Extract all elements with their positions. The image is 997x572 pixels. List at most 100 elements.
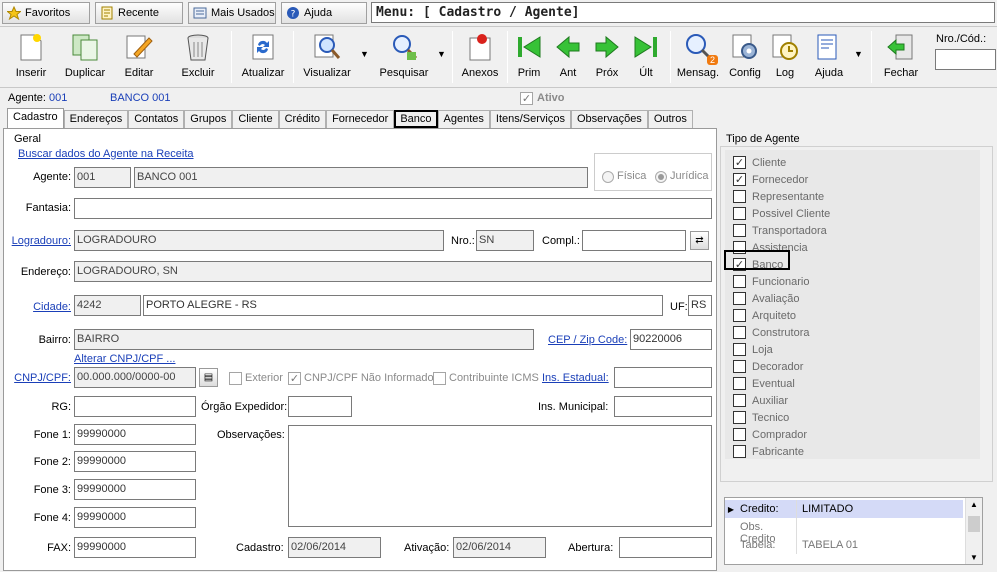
tipo-agente-checkbox[interactable] xyxy=(733,428,746,441)
scroll-thumb[interactable] xyxy=(968,516,980,532)
scroll-up-icon[interactable]: ▲ xyxy=(970,500,978,509)
tipo-agente-checkbox[interactable] xyxy=(733,190,746,203)
tipo-agente-checkbox[interactable]: ✓ xyxy=(733,156,746,169)
fone3-input[interactable]: 99990000 xyxy=(74,479,196,500)
tab-fornecedor[interactable]: Fornecedor xyxy=(326,110,395,128)
logradouro-link[interactable]: Logradouro: xyxy=(10,235,71,247)
grid-scrollbar[interactable]: ▲ ▼ xyxy=(965,498,982,564)
tipo-agente-checkbox[interactable] xyxy=(733,224,746,237)
mais-usados-button[interactable]: Mais Usados xyxy=(188,2,276,24)
visualizar-dropdown-icon[interactable]: ▼ xyxy=(360,49,369,59)
bairro-field[interactable]: BAIRRO xyxy=(74,329,534,350)
ajuda-toolbar-button[interactable]: Ajuda xyxy=(810,29,848,85)
tipo-agente-item[interactable]: Decorador xyxy=(733,358,803,375)
fone4-input[interactable]: 99990000 xyxy=(74,507,196,528)
tab-outros[interactable]: Outros xyxy=(647,110,693,128)
excluir-button[interactable]: Excluir xyxy=(177,29,219,85)
favoritos-button[interactable]: Favoritos xyxy=(2,2,90,24)
tipo-agente-checkbox[interactable] xyxy=(733,411,746,424)
endereco-field[interactable]: LOGRADOURO, SN xyxy=(74,261,712,282)
tab-cliente[interactable]: Cliente xyxy=(232,110,279,128)
tipo-agente-item[interactable]: Avaliação xyxy=(733,290,800,307)
tipo-agente-item[interactable]: Comprador xyxy=(733,426,807,443)
fax-input[interactable]: 99990000 xyxy=(74,537,196,558)
alterar-cnpj-link[interactable]: Alterar CNPJ/CPF ... xyxy=(74,353,175,365)
juridica-radio[interactable] xyxy=(655,171,667,183)
log-button[interactable]: Log xyxy=(770,29,800,85)
visualizar-button[interactable]: Visualizar xyxy=(300,29,354,85)
tipo-agente-item[interactable]: Loja xyxy=(733,341,773,358)
tipo-agente-item[interactable]: Possivel Cliente xyxy=(733,205,830,222)
tab-observacoes[interactable]: Observações xyxy=(571,110,648,128)
ult-button[interactable]: Últ xyxy=(630,29,662,85)
tipo-agente-item[interactable]: Funcionario xyxy=(733,273,809,290)
contribuinte-icms-checkbox[interactable] xyxy=(433,372,446,385)
cidade-code-field[interactable]: 4242 xyxy=(74,295,141,316)
tipo-agente-checkbox[interactable] xyxy=(733,360,746,373)
tipo-agente-item[interactable]: ✓ Cliente xyxy=(733,154,786,171)
fisica-radio[interactable] xyxy=(602,171,614,183)
mensag-button[interactable]: 2 Mensag. xyxy=(675,29,721,85)
grid-row[interactable]: Obs. Credito xyxy=(725,518,963,545)
ins-estadual-link[interactable]: Ins. Estadual: xyxy=(542,372,609,384)
tipo-agente-checkbox[interactable]: ✓ xyxy=(733,173,746,186)
tab-itens-servicos[interactable]: Itens/Serviços xyxy=(489,110,571,128)
tipo-agente-checkbox[interactable] xyxy=(733,275,746,288)
atualizar-button[interactable]: Atualizar xyxy=(238,29,288,85)
pesquisar-button[interactable]: Pesquisar xyxy=(378,29,430,85)
cnpj-nao-informado-checkbox[interactable]: ✓ xyxy=(288,372,301,385)
exterior-checkbox[interactable] xyxy=(229,372,242,385)
ins-estadual-input[interactable] xyxy=(614,367,712,388)
fone2-input[interactable]: 99990000 xyxy=(74,451,196,472)
rg-input[interactable] xyxy=(74,396,196,417)
cidade-link[interactable]: Cidade: xyxy=(14,301,71,313)
logradouro-field[interactable]: LOGRADOURO xyxy=(74,230,444,251)
tab-contatos[interactable]: Contatos xyxy=(128,110,185,128)
tipo-agente-checkbox[interactable] xyxy=(733,343,746,356)
cadastro-date-field[interactable]: 02/06/2014 xyxy=(288,537,381,558)
duplicar-button[interactable]: Duplicar xyxy=(60,29,110,85)
cnpj-link[interactable]: CNPJ/CPF: xyxy=(14,372,71,384)
cidade-name-field[interactable]: PORTO ALEGRE - RS xyxy=(143,295,663,316)
ativo-checkbox[interactable]: ✓ xyxy=(520,92,533,105)
prox-button[interactable]: Próx xyxy=(592,29,622,85)
ajuda-top-button[interactable]: ? Ajuda xyxy=(281,2,367,24)
tipo-agente-item[interactable]: Transportadora xyxy=(733,222,827,239)
tipo-agente-item[interactable]: Auxiliar xyxy=(733,392,788,409)
tab-grupos[interactable]: Grupos xyxy=(184,110,233,128)
cnpj-doc-button[interactable]: ▤ xyxy=(199,368,218,387)
tab-enderecos[interactable]: Endereços xyxy=(63,110,129,128)
cep-link[interactable]: CEP / Zip Code: xyxy=(548,334,627,346)
config-button[interactable]: Config xyxy=(727,29,763,85)
tab-credito[interactable]: Crédito xyxy=(278,110,327,128)
grid-row[interactable]: Tabela: TABELA 01 xyxy=(725,536,963,554)
fantasia-input[interactable] xyxy=(74,198,712,219)
nro-field[interactable]: SN xyxy=(476,230,534,251)
tipo-agente-checkbox[interactable] xyxy=(733,292,746,305)
nro-cod-input[interactable] xyxy=(935,49,996,70)
editar-button[interactable]: Editar xyxy=(117,29,161,85)
tipo-agente-item[interactable]: Representante xyxy=(733,188,824,205)
fechar-button[interactable]: Fechar xyxy=(880,29,922,85)
tipo-agente-item[interactable]: Arquiteto xyxy=(733,307,796,324)
logradouro-lookup-button[interactable]: ⇄ xyxy=(690,231,709,250)
tipo-agente-checkbox[interactable] xyxy=(733,207,746,220)
scroll-down-icon[interactable]: ▼ xyxy=(970,553,978,562)
tab-cadastro[interactable]: Cadastro xyxy=(7,108,64,128)
ant-button[interactable]: Ant xyxy=(553,29,583,85)
tipo-agente-checkbox[interactable] xyxy=(733,394,746,407)
ativacao-field[interactable]: 02/06/2014 xyxy=(453,537,546,558)
tipo-agente-item[interactable]: Construtora xyxy=(733,324,809,341)
tab-agentes[interactable]: Agentes xyxy=(437,110,490,128)
prim-button[interactable]: Prim xyxy=(513,29,545,85)
agente-name-field[interactable]: BANCO 001 xyxy=(134,167,588,188)
tipo-agente-item[interactable]: Fabricante xyxy=(733,443,804,460)
tipo-agente-checkbox[interactable] xyxy=(733,377,746,390)
tipo-agente-item[interactable]: Eventual xyxy=(733,375,795,392)
compl-input[interactable] xyxy=(582,230,686,251)
tab-banco[interactable]: Banco xyxy=(394,110,438,128)
orgao-input[interactable] xyxy=(288,396,352,417)
buscar-receita-link[interactable]: Buscar dados do Agente na Receita xyxy=(18,148,194,160)
uf-field[interactable]: RS xyxy=(688,295,712,316)
ajuda-dropdown-icon[interactable]: ▼ xyxy=(854,49,863,59)
